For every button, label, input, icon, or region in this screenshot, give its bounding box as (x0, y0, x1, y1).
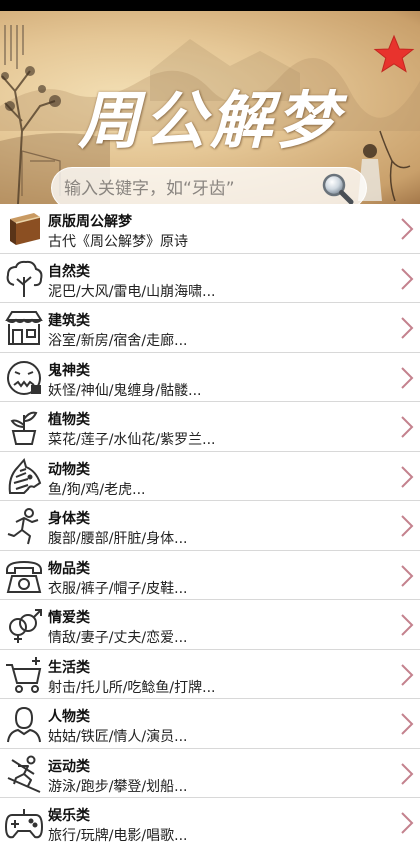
item-subtitle: 浴室/新房/宿舍/走廊... (48, 333, 188, 349)
list-item-building[interactable]: 建筑类 浴室/新房/宿舍/走廊... (0, 303, 420, 353)
item-title: 自然类 (48, 263, 90, 280)
list-item-nature[interactable]: 自然类 泥巴/大风/雷电/山崩海啸... (0, 253, 420, 303)
list-item-body[interactable]: 身体类 腹部/腰部/肝脏/身体... (0, 501, 420, 551)
building-icon (5, 311, 43, 345)
book-icon (10, 213, 41, 245)
item-title: 建筑类 (48, 313, 90, 329)
list-item-animal[interactable]: 动物类 鱼/狗/鸡/老虎... (0, 451, 420, 501)
ghost-face-icon (7, 360, 41, 395)
list-item-people[interactable]: 人物类 姑姑/铁匠/情人/演员... (0, 699, 420, 749)
search-box[interactable] (51, 167, 367, 204)
item-title: 娱乐类 (48, 808, 90, 824)
list-item-objects[interactable]: 物品类 衣服/裤子/帽子/皮鞋... (0, 550, 420, 600)
item-title: 人物类 (48, 709, 90, 725)
person-icon (7, 706, 41, 743)
shopping-cart-icon (6, 656, 42, 693)
item-subtitle: 古代《周公解梦》原诗 (48, 234, 188, 250)
chevron-right-icon (401, 614, 414, 636)
item-subtitle: 情敌/妻子/丈夫/恋爱... (48, 630, 188, 646)
list-item-sports[interactable]: 运动类 游泳/跑步/攀登/划船... (0, 748, 420, 798)
item-subtitle: 射击/托儿所/吃鲶鱼/打牌... (48, 679, 216, 696)
list-item-original-dream-book[interactable]: 原版周公解梦 古代《周公解梦》原诗 (0, 204, 420, 254)
item-subtitle: 菜花/莲子/水仙花/紫罗兰... (48, 432, 216, 448)
item-title: 鬼神类 (48, 362, 90, 379)
item-title: 植物类 (48, 412, 90, 428)
chevron-right-icon (401, 317, 414, 339)
gamepad-icon (4, 809, 44, 839)
potted-plant-icon (10, 411, 38, 445)
running-person-icon (7, 508, 39, 545)
status-bar (0, 0, 420, 11)
header-banner: 周公解梦 (0, 11, 420, 204)
item-title: 生活类 (48, 659, 90, 676)
item-subtitle: 游泳/跑步/攀登/划船... (48, 778, 188, 795)
list-item-plant[interactable]: 植物类 菜花/莲子/水仙花/紫罗兰... (0, 402, 420, 452)
chevron-right-icon (401, 713, 414, 735)
list-item-life[interactable]: 生活类 射击/托儿所/吃鲶鱼/打牌... (0, 649, 420, 699)
item-subtitle: 衣服/裤子/帽子/皮鞋... (48, 580, 188, 597)
item-subtitle: 腹部/腰部/肝脏/身体... (48, 531, 188, 547)
item-title: 情爱类 (48, 610, 90, 626)
item-subtitle: 旅行/玩牌/电影/唱歌... (48, 828, 188, 842)
app-title: 周公解梦 (77, 84, 342, 157)
chevron-right-icon (401, 465, 414, 488)
list-item-ghost-god[interactable]: 鬼神类 妖怪/神仙/鬼缠身/骷髅... (0, 352, 420, 402)
item-subtitle: 泥巴/大风/雷电/山崩海啸... (48, 283, 216, 300)
chevron-right-icon (401, 218, 414, 240)
item-title: 原版周公解梦 (48, 214, 132, 230)
chevron-right-icon (401, 812, 414, 834)
item-title: 动物类 (48, 461, 90, 478)
item-subtitle: 鱼/狗/鸡/老虎... (48, 481, 146, 498)
telephone-icon (6, 560, 42, 593)
category-list: 原版周公解梦 古代《周公解梦》原诗 自然类 泥巴/大风/雷电/山崩海啸... 建… (0, 204, 420, 842)
item-title: 物品类 (48, 560, 90, 577)
favorites-star-icon[interactable] (372, 33, 416, 77)
search-input[interactable] (64, 174, 314, 204)
item-title: 身体类 (48, 511, 90, 527)
item-subtitle: 姑姑/铁匠/情人/演员... (48, 729, 188, 745)
item-title: 运动类 (48, 758, 90, 775)
zebra-head-icon (8, 457, 42, 494)
item-subtitle: 妖怪/神仙/鬼缠身/骷髅... (48, 382, 202, 399)
chevron-right-icon (401, 416, 414, 438)
chevron-right-icon (401, 267, 414, 290)
tree-icon (6, 260, 43, 297)
chevron-right-icon (401, 366, 414, 389)
list-item-entertainment[interactable]: 娱乐类 旅行/玩牌/电影/唱歌... (0, 798, 420, 842)
search-icon[interactable] (320, 171, 356, 204)
chevron-right-icon (401, 564, 414, 587)
chevron-right-icon (401, 762, 414, 785)
gender-symbols-icon (9, 609, 42, 643)
list-item-love[interactable]: 情爱类 情敌/妻子/丈夫/恋爱... (0, 600, 420, 650)
chevron-right-icon (401, 663, 414, 686)
skier-icon (7, 755, 41, 793)
chevron-right-icon (401, 515, 414, 537)
